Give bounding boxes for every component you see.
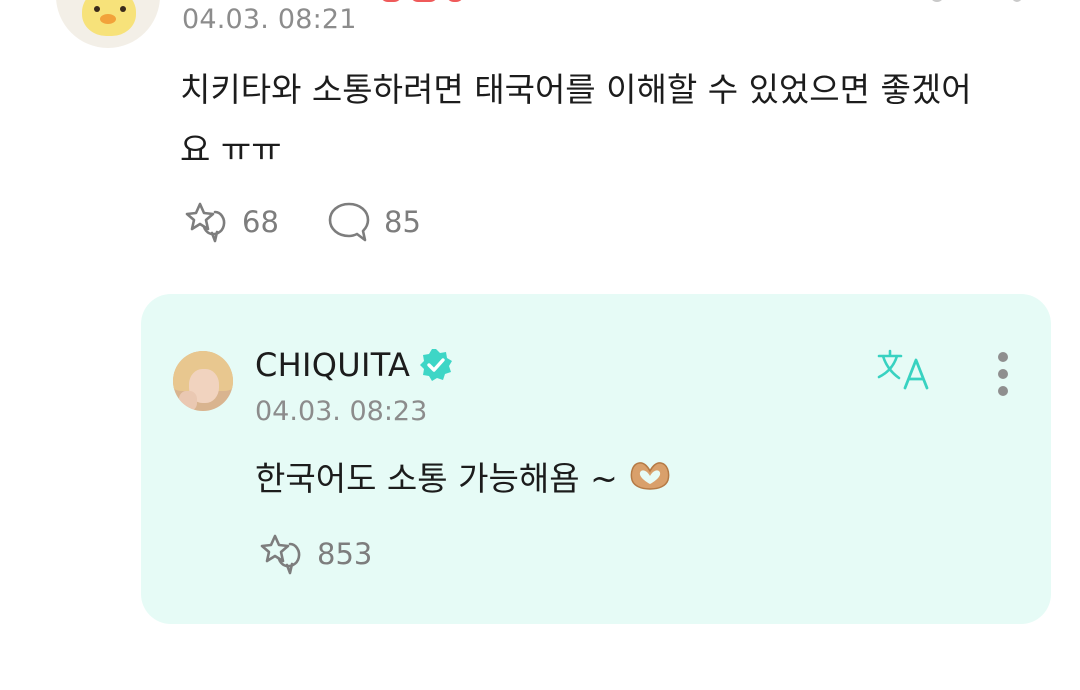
reply-message: 한국어도 소통 가능해욤 ~ — [255, 452, 674, 500]
reply-timestamp: 04.03. 08:23 — [255, 396, 428, 427]
reply-like-count: 853 — [317, 537, 373, 571]
comment-text: 치키타와 소통하려면 태국어를 이해할 수 있었으면 좋겠어요 ㅠㅠ — [180, 70, 972, 169]
like-button[interactable]: 68 — [182, 200, 279, 244]
reply-like-button[interactable]: 853 — [257, 532, 372, 576]
comment-thread: 04.03. 08:21 치키타와 소통하려면 태국어를 이해할 수 있었으면 … — [0, 0, 1080, 690]
commenter-name-cut — [380, 0, 490, 4]
reply-button[interactable]: 85 — [326, 200, 421, 244]
like-star-icon — [185, 202, 226, 243]
heart-hands-emoji-icon — [630, 462, 670, 490]
comment-timestamp: 04.03. 08:21 — [182, 4, 357, 35]
like-count: 68 — [242, 205, 279, 239]
translate-icon[interactable] — [875, 348, 933, 392]
reply-author-name[interactable]: CHIQUITA — [255, 346, 410, 384]
commenter-avatar[interactable] — [56, 0, 160, 48]
more-icon-cut[interactable] — [1012, 0, 1022, 2]
reply-author-row: CHIQUITA — [255, 346, 454, 384]
like-star-icon — [260, 534, 301, 575]
comment-count: 85 — [384, 205, 421, 239]
comment-bubble-icon — [328, 202, 370, 242]
more-options-icon[interactable] — [991, 350, 1015, 398]
artist-reply-card: CHIQUITA 04.03. 08:23 한국어도 소통 가능해욤 ~ 853 — [141, 294, 1051, 624]
artist-avatar[interactable] — [173, 351, 233, 411]
reply-text: 한국어도 소통 가능해욤 ~ — [255, 459, 618, 498]
verified-badge-icon — [420, 349, 453, 381]
translate-icon-cut[interactable] — [930, 0, 944, 2]
